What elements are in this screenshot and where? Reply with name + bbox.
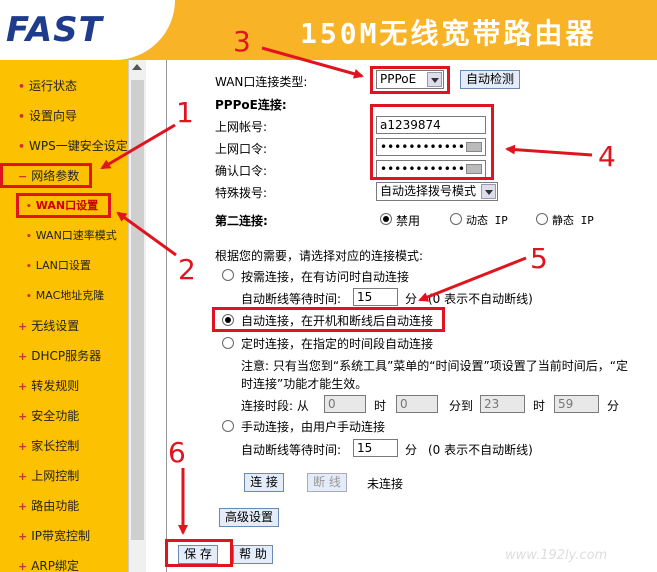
on-demand-label: 按需连接，在有访问时自动连接: [241, 270, 410, 284]
disconnect-button[interactable]: 断 线: [307, 473, 347, 492]
period-label: 连接时段: 从: [241, 399, 309, 413]
sidebar-item-mac-clone[interactable]: • MAC地址克隆: [26, 285, 104, 307]
help-button[interactable]: 帮 助: [233, 545, 273, 564]
scroll-up-icon[interactable]: [132, 64, 142, 70]
advanced-settings-button[interactable]: 高级设置: [219, 508, 279, 527]
idle-unit-2: 分: [405, 443, 418, 457]
chevron-down-icon[interactable]: [481, 184, 496, 199]
second-disabled-label: 禁用: [396, 214, 421, 228]
from-minute-input[interactable]: 0: [396, 395, 438, 413]
bullet-icon: •: [26, 232, 32, 242]
sidebar-scrollbar[interactable]: [128, 60, 146, 572]
to-minute-unit: 分: [607, 399, 620, 413]
annotation-box-wan: [16, 193, 111, 218]
bullet-icon: •: [26, 262, 32, 272]
annotation-box-auto-connect: [212, 307, 445, 332]
idle-note-2: (0 表示不自动断线): [428, 443, 533, 457]
second-dynamic-radio[interactable]: [450, 213, 462, 225]
dial-mode-label: 特殊拨号:: [215, 186, 268, 200]
scheduled-label: 定时连接，在指定的时间段自动连接: [241, 337, 434, 351]
scroll-thumb[interactable]: [131, 80, 144, 540]
annotation-number-4: 4: [598, 140, 616, 173]
manual-label: 手动连接，由用户手动连接: [241, 420, 386, 434]
idle-time-input-1[interactable]: 15: [353, 288, 398, 306]
sidebar-item-wps[interactable]: • WPS一键安全设定: [18, 135, 128, 157]
second-dynamic-label: 动态 IP: [466, 214, 508, 227]
plus-icon: +: [18, 470, 28, 483]
sidebar-item-forwarding[interactable]: + 转发规则: [18, 375, 79, 397]
sidebar-item-wireless[interactable]: + 无线设置: [18, 315, 79, 337]
sidebar-item-bandwidth[interactable]: + IP带宽控制: [18, 525, 90, 547]
annotation-number-5: 5: [530, 242, 548, 275]
annotation-box-wan-type: [370, 66, 450, 94]
plus-icon: +: [18, 500, 28, 513]
wan-type-label: WAN口连接类型:: [215, 75, 308, 89]
sidebar-item-dhcp[interactable]: + DHCP服务器: [18, 345, 101, 367]
sidebar-item-access-control[interactable]: + 上网控制: [18, 465, 79, 487]
bullet-icon: •: [26, 292, 32, 302]
idle-unit-1: 分: [405, 292, 418, 306]
plus-icon: +: [18, 440, 28, 453]
pppoe-heading: PPPoE连接:: [215, 98, 287, 112]
bullet-icon: •: [18, 110, 26, 123]
sidebar-item-wizard[interactable]: • 设置向导: [18, 105, 77, 127]
from-hour-input[interactable]: 0: [324, 395, 366, 413]
header: FAST 150M无线宽带路由器: [0, 0, 657, 60]
plus-icon: +: [18, 560, 28, 572]
logo-area: FAST: [0, 0, 175, 60]
to-label: 分到: [449, 399, 474, 413]
watermark: www.192ly.com: [505, 548, 608, 563]
dial-mode-select[interactable]: 自动选择拨号模式: [376, 182, 498, 201]
annotation-box-network: [0, 163, 92, 188]
annotation-box-save: [165, 539, 233, 567]
confirm-password-label: 确认口令:: [215, 164, 268, 178]
sidebar-item-wan-speed[interactable]: • WAN口速率模式: [26, 225, 117, 247]
sidebar-item-parental[interactable]: + 家长控制: [18, 435, 79, 457]
annotation-number-2: 2: [178, 253, 196, 286]
sidebar-item-arp[interactable]: + ARP绑定: [18, 555, 79, 572]
from-hour-unit: 时: [374, 399, 387, 413]
connection-status: 未连接: [367, 477, 404, 491]
plus-icon: +: [18, 320, 28, 333]
mode-heading: 根据您的需要，请选择对应的连接模式:: [215, 249, 424, 263]
annotation-number-1: 1: [176, 96, 194, 129]
second-disabled-radio[interactable]: [380, 213, 392, 225]
idle-note-1: (0 表示不自动断线): [428, 292, 533, 306]
idle-time-input-2[interactable]: 15: [353, 439, 398, 457]
schedule-note-line2: 时连接”功能才能生效。: [241, 377, 368, 391]
plus-icon: +: [18, 410, 28, 423]
to-hour-unit: 时: [533, 399, 546, 413]
annotation-number-3: 3: [233, 25, 251, 58]
password-label: 上网口令:: [215, 142, 268, 156]
second-static-label: 静态 IP: [552, 214, 594, 227]
scheduled-radio[interactable]: [222, 337, 234, 349]
idle-time-label-2: 自动断线等待时间:: [241, 443, 342, 457]
annotation-number-6: 6: [168, 436, 186, 469]
connect-button[interactable]: 连 接: [244, 473, 284, 492]
annotation-box-credentials: [370, 104, 494, 180]
schedule-note-line1: 注意: 只有当您到“系统工具”菜单的“时间设置”项设置了当前时间后，“定: [241, 359, 628, 373]
sidebar-item-status[interactable]: • 运行状态: [18, 75, 77, 97]
to-minute-input[interactable]: 59: [554, 395, 599, 413]
on-demand-radio[interactable]: [222, 269, 234, 281]
bullet-icon: •: [18, 140, 26, 153]
sidebar-item-lan[interactable]: • LAN口设置: [26, 255, 91, 277]
header-title: 150M无线宽带路由器: [300, 17, 597, 50]
plus-icon: +: [18, 380, 28, 393]
second-connection-label: 第二连接:: [215, 214, 268, 228]
manual-radio[interactable]: [222, 420, 234, 432]
account-label: 上网帐号:: [215, 120, 268, 134]
auto-detect-button[interactable]: 自动检测: [460, 70, 520, 89]
second-static-radio[interactable]: [536, 213, 548, 225]
idle-time-label-1: 自动断线等待时间:: [241, 292, 342, 306]
to-hour-input[interactable]: 23: [480, 395, 525, 413]
plus-icon: +: [18, 350, 28, 363]
logo: FAST: [6, 10, 103, 50]
sidebar-item-routing[interactable]: + 路由功能: [18, 495, 79, 517]
plus-icon: +: [18, 530, 28, 543]
sidebar-item-security[interactable]: + 安全功能: [18, 405, 79, 427]
bullet-icon: •: [18, 80, 26, 93]
